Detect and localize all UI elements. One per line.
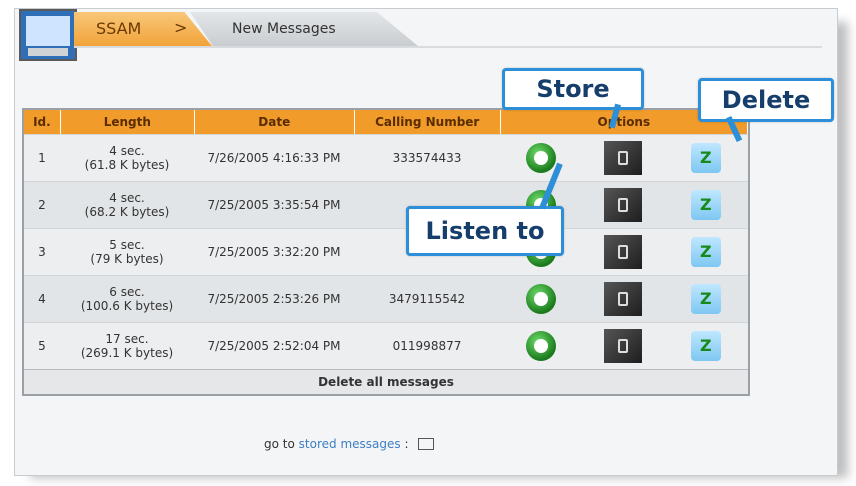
app-monitor-icon	[19, 9, 77, 61]
play-icon[interactable]	[526, 143, 556, 173]
delete-cell	[664, 182, 748, 228]
store-cell	[582, 323, 664, 369]
delete-cell	[664, 276, 748, 322]
row-duration: 4 sec.	[109, 191, 145, 205]
store-icon[interactable]	[604, 141, 642, 175]
callout-store: Store	[502, 68, 644, 110]
listen-cell	[500, 135, 582, 181]
row-size: (79 K bytes)	[90, 252, 164, 266]
row-number: 3479115542	[388, 292, 466, 306]
delete-cell	[664, 135, 748, 181]
row-length: 17 sec. (269.1 K bytes)	[60, 323, 194, 369]
table-header: Id. Length Date Calling Number Options	[24, 110, 748, 134]
row-length: 4 sec. (68.2 K bytes)	[60, 182, 194, 228]
row-id: 5	[38, 339, 46, 353]
row-size: (100.6 K bytes)	[80, 299, 174, 313]
row-number: 011998877	[392, 339, 462, 353]
mail-icon[interactable]	[418, 438, 435, 450]
tab-new-messages-label: New Messages	[232, 21, 336, 37]
row-date: 7/25/2005 3:35:54 PM	[207, 198, 341, 212]
play-icon[interactable]	[526, 331, 556, 361]
delete-cell	[664, 229, 748, 275]
row-duration: 5 sec.	[109, 238, 145, 252]
store-icon[interactable]	[604, 188, 642, 222]
messages-table: Id. Length Date Calling Number Options 1…	[22, 108, 750, 396]
row-date: 7/26/2005 4:16:33 PM	[207, 151, 341, 165]
row-size: (61.8 K bytes)	[84, 158, 170, 172]
row-date: 7/25/2005 2:52:04 PM	[207, 339, 341, 353]
row-duration: 17 sec.	[105, 332, 149, 346]
row-date: 7/25/2005 2:53:26 PM	[207, 292, 341, 306]
header-date: Date	[195, 110, 355, 134]
header-length: Length	[61, 110, 195, 134]
store-cell	[582, 229, 664, 275]
store-cell	[582, 182, 664, 228]
row-length: 5 sec. (79 K bytes)	[60, 229, 194, 275]
table-row: 5 17 sec. (269.1 K bytes) 7/25/2005 2:52…	[24, 322, 748, 369]
row-date: 7/25/2005 3:32:20 PM	[207, 245, 341, 259]
tab-baseline	[74, 46, 822, 48]
table-row: 4 6 sec. (100.6 K bytes) 7/25/2005 2:53:…	[24, 275, 748, 322]
tab-ssam-label: SSAM	[96, 19, 142, 38]
store-cell	[582, 276, 664, 322]
delete-icon[interactable]	[691, 331, 721, 361]
table-row: 3 5 sec. (79 K bytes) 7/25/2005 3:32:20 …	[24, 228, 748, 275]
store-icon[interactable]	[604, 282, 642, 316]
stored-messages-link[interactable]: stored messages	[299, 437, 401, 451]
row-number: 333574433	[392, 151, 462, 165]
listen-cell	[500, 276, 582, 322]
store-icon[interactable]	[604, 329, 642, 363]
row-length: 6 sec. (100.6 K bytes)	[60, 276, 194, 322]
row-id: 2	[38, 198, 46, 212]
delete-all-messages-button[interactable]: Delete all messages	[24, 369, 748, 394]
tab-separator: >	[174, 18, 188, 37]
header-calling-number: Calling Number	[355, 110, 501, 134]
goto-suffix: :	[404, 437, 409, 451]
delete-icon[interactable]	[691, 284, 721, 314]
play-icon[interactable]	[526, 284, 556, 314]
goto-prefix: go to	[264, 437, 295, 451]
row-size: (68.2 K bytes)	[84, 205, 170, 219]
row-duration: 4 sec.	[109, 144, 145, 158]
row-length: 4 sec. (61.8 K bytes)	[60, 135, 194, 181]
store-cell	[582, 135, 664, 181]
row-duration: 6 sec.	[109, 285, 145, 299]
table-row: 2 4 sec. (68.2 K bytes) 7/25/2005 3:35:5…	[24, 181, 748, 228]
header-id: Id.	[24, 110, 61, 134]
delete-icon[interactable]	[691, 190, 721, 220]
table-row: 1 4 sec. (61.8 K bytes) 7/26/2005 4:16:3…	[24, 134, 748, 181]
delete-icon[interactable]	[691, 237, 721, 267]
row-id: 1	[38, 151, 46, 165]
goto-stored-messages: go to stored messages :	[264, 436, 435, 451]
callout-delete: Delete	[698, 78, 834, 122]
delete-cell	[664, 323, 748, 369]
callout-listen: Listen to	[406, 206, 564, 256]
store-icon[interactable]	[604, 235, 642, 269]
listen-cell	[500, 323, 582, 369]
delete-icon[interactable]	[691, 143, 721, 173]
row-id: 4	[38, 292, 46, 306]
row-id: 3	[38, 245, 46, 259]
row-size: (269.1 K bytes)	[80, 346, 174, 360]
